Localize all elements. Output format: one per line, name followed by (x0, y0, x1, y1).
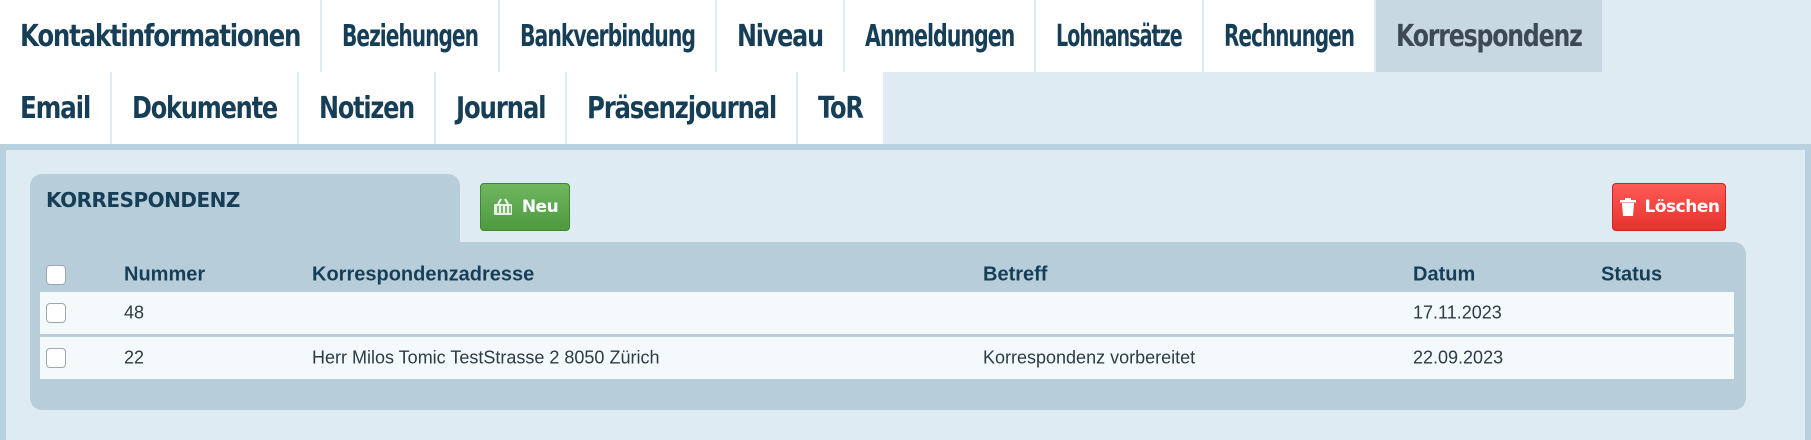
tab-rechnungen[interactable]: Rechnungen (1204, 0, 1376, 72)
cell-betreff: Korrespondenz vorbereitet (983, 347, 1196, 368)
tab-tor[interactable]: ToR (798, 72, 885, 144)
new-button-label: Neu (521, 197, 559, 217)
cell-nummer: 48 (124, 302, 145, 323)
select-all-checkbox[interactable] (46, 265, 66, 285)
header-nummer[interactable]: Nummer (124, 264, 205, 287)
tab-praesenzjournal[interactable]: Präsenzjournal (567, 72, 798, 144)
tab-beziehungen[interactable]: Beziehungen (322, 0, 500, 72)
tab-row-1: Kontaktinformationen Beziehungen Bankver… (0, 0, 1811, 72)
table-header: Nummer Korrespondenzadresse Betreff Datu… (30, 258, 1746, 292)
trash-icon (1619, 197, 1637, 217)
row-checkbox[interactable] (46, 348, 66, 368)
tab-kontaktinformationen[interactable]: Kontaktinformationen (0, 0, 322, 72)
tab-dokumente[interactable]: Dokumente (112, 72, 299, 144)
delete-button-label: Löschen (1644, 197, 1720, 217)
new-button[interactable]: Neu (480, 183, 570, 231)
header-datum[interactable]: Datum (1413, 264, 1475, 287)
cell-datum: 22.09.2023 (1413, 347, 1504, 368)
section-title: KORRESPONDENZ (30, 174, 460, 244)
tab-niveau[interactable]: Niveau (717, 0, 845, 72)
header-betreff[interactable]: Betreff (983, 264, 1047, 287)
cell-datum: 17.11.2023 (1413, 302, 1502, 323)
tab-bankverbindung[interactable]: Bankverbindung (500, 0, 717, 72)
row-checkbox[interactable] (46, 303, 66, 323)
delete-button[interactable]: Löschen (1612, 183, 1726, 231)
basket-icon (492, 197, 514, 217)
tab-anmeldungen[interactable]: Anmeldungen (845, 0, 1036, 72)
section-title-text: KORRESPONDENZ (46, 188, 240, 212)
correspondence-table: Nummer Korrespondenzadresse Betreff Datu… (30, 242, 1746, 410)
cell-adresse: Herr Milos Tomic TestStrasse 2 8050 Züri… (312, 347, 660, 368)
tab-email[interactable]: Email (0, 72, 112, 144)
tab-notizen[interactable]: Notizen (299, 72, 436, 144)
header-korrespondenzadresse[interactable]: Korrespondenzadresse (312, 264, 534, 287)
cell-nummer: 22 (124, 347, 145, 368)
tab-korrespondenz[interactable]: Korrespondenz (1376, 0, 1604, 72)
table-row[interactable]: 22 Herr Milos Tomic TestStrasse 2 8050 Z… (40, 337, 1734, 379)
tab-lohnansaetze[interactable]: Lohnansätze (1036, 0, 1204, 72)
tab-journal[interactable]: Journal (436, 72, 567, 144)
header-status[interactable]: Status (1601, 264, 1662, 287)
table-row[interactable]: 48 17.11.2023 (40, 292, 1734, 334)
tab-bar: Kontaktinformationen Beziehungen Bankver… (0, 0, 1811, 144)
tab-row-2: Email Dokumente Notizen Journal Präsenzj… (0, 72, 1811, 144)
